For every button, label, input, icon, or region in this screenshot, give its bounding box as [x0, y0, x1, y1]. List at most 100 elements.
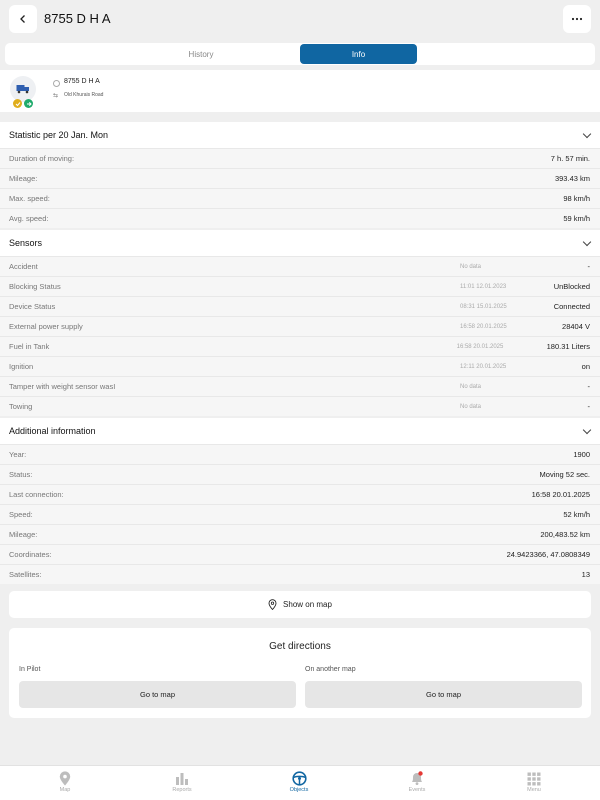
row-value: 1900	[573, 450, 590, 459]
sensor-row: External power supply 16:58 20.01.2025 284…	[0, 316, 600, 336]
section-title: Statistic per 20 Jan. Mon	[9, 130, 109, 140]
row-value: 98 km/h	[563, 194, 590, 203]
directions-card: Get directions In Pilot On another map G…	[9, 628, 591, 718]
row-value: 13	[581, 570, 590, 579]
more-button[interactable]	[563, 5, 591, 33]
stat-row: Avg. speed: 59 km/h	[0, 208, 600, 228]
row-label: Year:	[9, 450, 27, 459]
row-value: 52 km/h	[563, 510, 590, 519]
sensor-row: Accident No data -	[0, 256, 600, 276]
info-row: Speed: 52 km/h	[0, 504, 600, 524]
nav-objects[interactable]: Objects	[249, 770, 349, 793]
row-value: 24.9423366, 47.0808349	[506, 550, 590, 559]
row-label: Mileage:	[9, 530, 38, 539]
sensors-header[interactable]: Sensors	[0, 230, 600, 256]
row-label: Ignition	[9, 362, 34, 371]
show-on-map-button[interactable]: Show on map	[9, 591, 591, 618]
bottom-nav: Map Reports Objects Events Menu	[0, 765, 600, 800]
status-badge-yellow	[13, 99, 22, 108]
chevron-left-icon	[20, 15, 25, 23]
additional-info-section: Additional information Year: 1900 Status:…	[0, 418, 600, 584]
sensors-section: Sensors Accident No data - Blocking Status…	[0, 230, 600, 416]
row-time: No data	[460, 263, 482, 270]
chevron-down-icon	[582, 129, 592, 138]
nav-label: Menu	[527, 787, 541, 793]
more-dots-icon	[571, 17, 583, 21]
sensor-row: Tamper with weight sensor wasI No data -	[0, 376, 600, 396]
statistics-header[interactable]: Statistic per 20 Jan. Mon	[0, 122, 600, 148]
row-value: 200,483.52 km	[540, 530, 590, 539]
steering-wheel-icon	[291, 771, 307, 786]
vehicle-avatar	[10, 76, 36, 102]
stat-row: Max. speed: 98 km/h	[0, 188, 600, 208]
row-label: Max. speed:	[9, 194, 50, 203]
check-icon	[15, 101, 20, 106]
row-value: 59 km/h	[563, 214, 590, 223]
row-value: UnBlocked	[553, 282, 590, 291]
online-status-dot	[53, 80, 60, 87]
vehicle-address: Old Khurais Road	[64, 92, 104, 98]
sensor-row: Ignition 12:11 20.01.2025 on	[0, 356, 600, 376]
statistics-section: Statistic per 20 Jan. Mon Duration of mo…	[0, 122, 600, 228]
grid-icon	[527, 772, 541, 785]
row-time: 08:31 15.01.2025	[460, 303, 507, 310]
nav-map[interactable]: Map	[15, 770, 115, 793]
header: 8755 D H A	[0, 0, 600, 40]
row-value: 180.31 Liters	[546, 342, 590, 351]
row-time: 11:01 12.01.2023	[460, 283, 507, 290]
vehicle-name: 8755 D H A	[64, 78, 100, 85]
row-label: Blocking Status	[9, 282, 61, 291]
row-value: -	[587, 262, 591, 271]
directions-title: Get directions	[269, 641, 331, 652]
row-label: Device Status	[9, 302, 56, 311]
vehicle-card[interactable]: 8755 D H A ⇆ Old Khurais Road	[0, 70, 600, 112]
sensor-row: Blocking Status 11:01 12.01.2023 UnBlocked	[0, 276, 600, 296]
info-row: Satellites: 13	[0, 564, 600, 584]
nav-reports[interactable]: Reports	[132, 770, 232, 793]
nav-label: Reports	[172, 787, 192, 793]
tab-bar: History Info	[5, 43, 595, 65]
show-on-map-label: Show on map	[283, 600, 332, 609]
tab-info[interactable]: Info	[300, 44, 417, 64]
row-value: Connected	[553, 302, 590, 311]
section-title: Sensors	[9, 238, 43, 248]
row-value: Moving 52 sec.	[539, 470, 590, 479]
row-label: Coordinates:	[9, 550, 52, 559]
back-button[interactable]	[9, 5, 37, 33]
row-value: -	[587, 402, 591, 411]
other-map-label: On another map	[305, 666, 356, 673]
sensor-row: Device Status 08:31 15.01.2025 Connected	[0, 296, 600, 316]
row-value: -	[587, 382, 591, 391]
stat-row: Duration of moving: 7 h. 57 min.	[0, 148, 600, 168]
go-to-map-other-button[interactable]: Go to map	[305, 681, 582, 708]
row-time: 12:11 20.01.2025	[460, 363, 507, 370]
nav-label: Events	[408, 787, 426, 793]
section-title: Additional information	[9, 426, 96, 436]
row-value: 28404 V	[562, 322, 590, 331]
additional-info-header[interactable]: Additional information	[0, 418, 600, 444]
row-label: Speed:	[9, 510, 33, 519]
info-row: Mileage: 200,483.52 km	[0, 524, 600, 544]
row-time: No data	[460, 383, 482, 390]
location-pin-icon	[268, 599, 277, 610]
sensor-row: Fuel in Tank 16:58 20.01.2025 180.31 Liter…	[0, 336, 600, 356]
info-row: Year: 1900	[0, 444, 600, 464]
row-label: Duration of moving:	[9, 154, 75, 163]
row-label: Fuel in Tank	[9, 342, 50, 351]
tab-history[interactable]: History	[102, 44, 300, 64]
chevron-down-icon	[582, 237, 592, 246]
row-label: Avg. speed:	[9, 214, 49, 223]
nav-menu[interactable]: Menu	[484, 770, 584, 793]
bar-chart-icon	[176, 773, 188, 785]
row-label: Satellites:	[9, 570, 42, 579]
page-title: 8755 D H A	[44, 11, 111, 26]
row-label: Mileage:	[9, 174, 38, 183]
row-time: 16:58 20.01.2025	[460, 323, 507, 330]
stat-row: Mileage: 393.43 km	[0, 168, 600, 188]
nav-events[interactable]: Events	[367, 770, 467, 793]
row-time: 16:58 20.01.2025	[456, 343, 504, 350]
row-label: Accident	[9, 262, 38, 271]
nav-label: Objects	[289, 787, 309, 793]
go-to-map-pilot-button[interactable]: Go to map	[19, 681, 296, 708]
row-value: on	[581, 362, 590, 371]
